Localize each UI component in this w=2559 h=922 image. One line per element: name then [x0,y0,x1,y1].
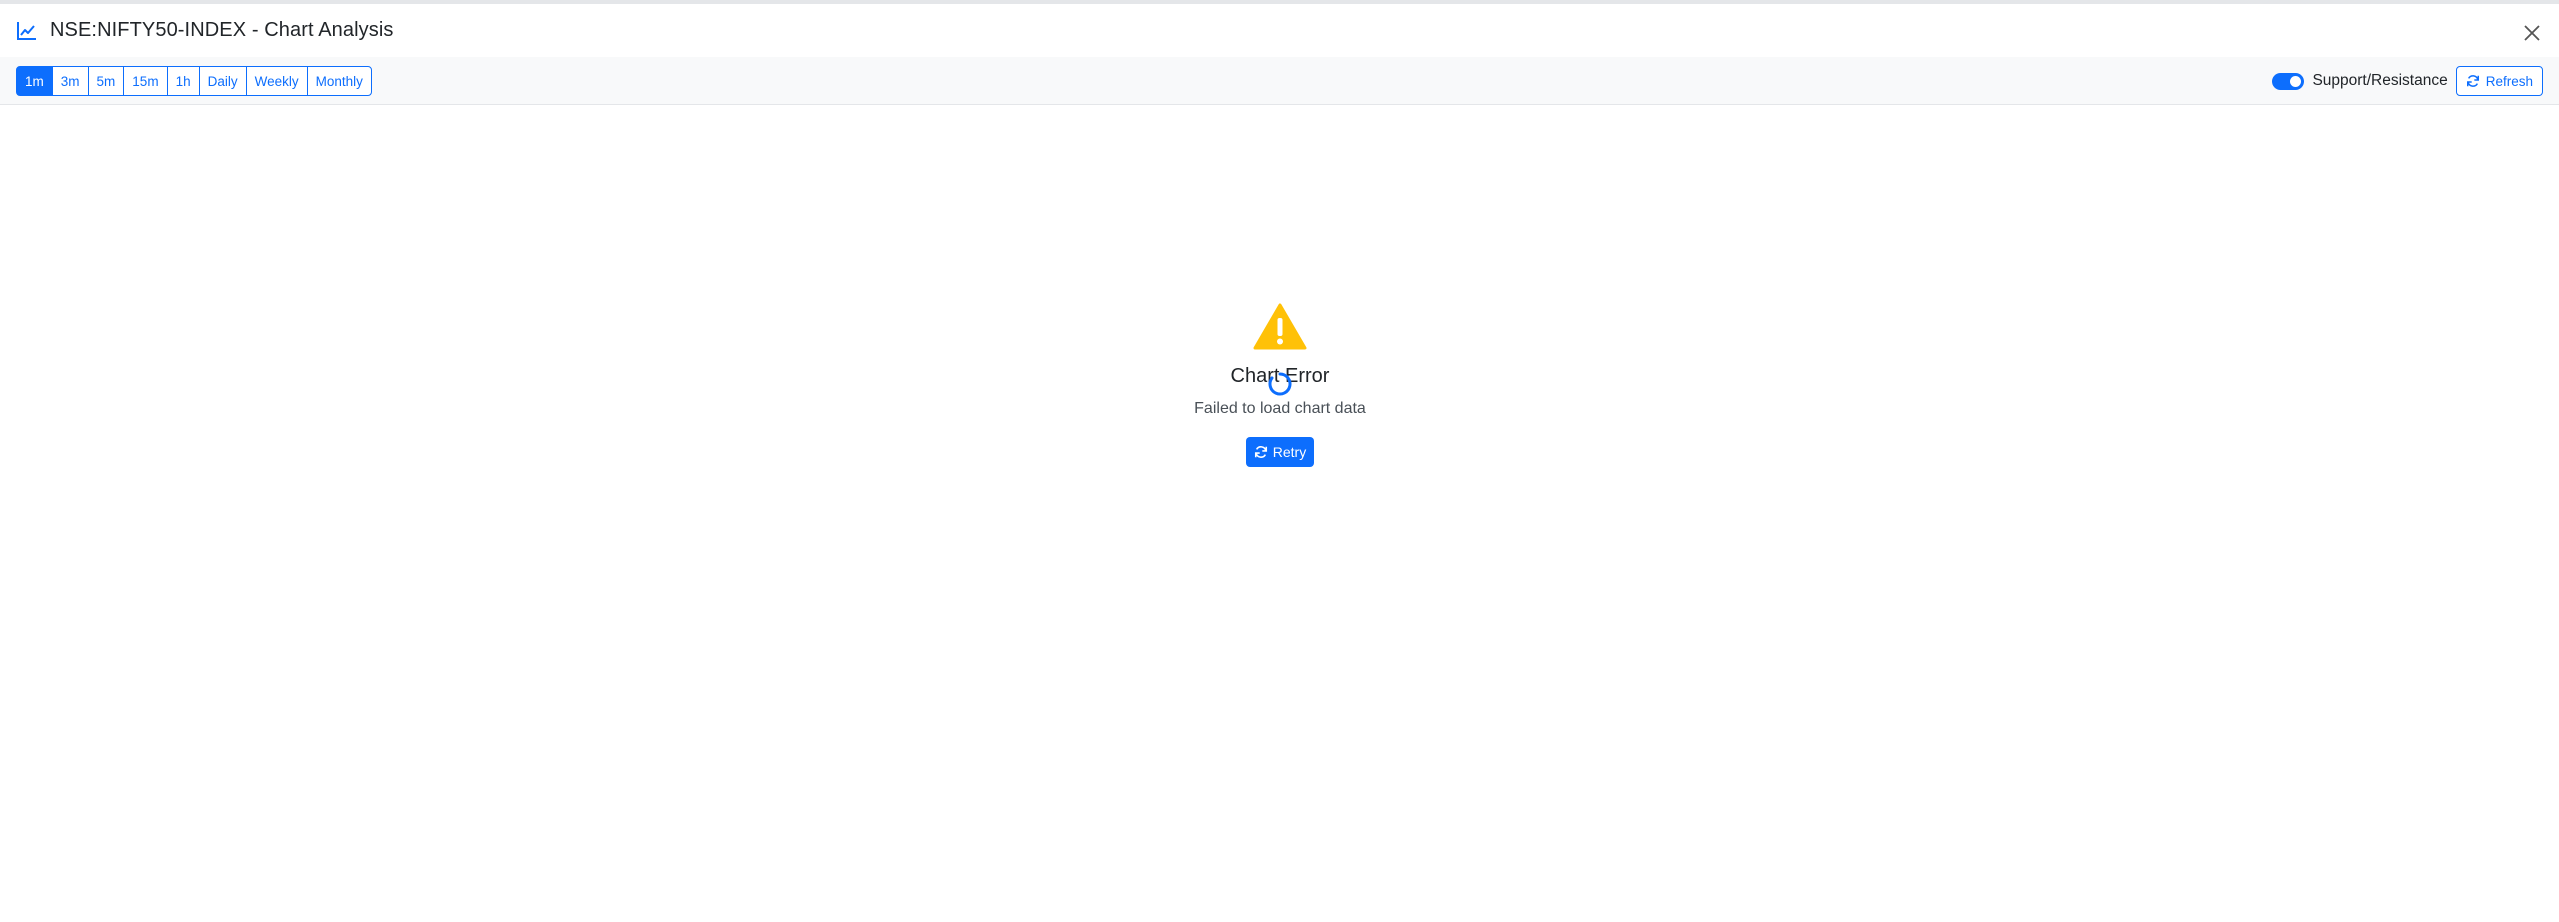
support-resistance-toggle[interactable] [2272,72,2305,90]
timeframe-daily-button[interactable]: Daily [198,66,247,96]
error-message: Failed to load chart data [1194,400,1366,417]
timeframe-1m-button[interactable]: 1m [16,66,53,96]
chart-area [0,105,2559,922]
refresh-label: Refresh [2485,73,2533,89]
timeframe-15m-button[interactable]: 15m [123,66,168,96]
loading-spinner-icon [1268,372,1292,396]
retry-button[interactable]: Retry [1246,437,1314,467]
timeframe-3m-button[interactable]: 3m [51,66,89,96]
retry-label: Retry [1272,444,1307,460]
timeframe-group: 1m 3m 5m 15m 1h Daily Weekly Monthly [16,66,372,96]
line-chart-icon [16,20,38,42]
warning-icon [1253,303,1307,350]
refresh-button[interactable]: Refresh [2455,66,2543,96]
modal-header: NSE:NIFTY50-INDEX - Chart Analysis [0,4,2559,57]
refresh-icon [2466,75,2479,87]
toolbar-right: Support/Resistance Refresh [2272,66,2543,96]
support-resistance-label: Support/Resistance [2312,72,2448,89]
modal-title: NSE:NIFTY50-INDEX - Chart Analysis [50,19,394,41]
toggle-knob [2290,75,2302,87]
toolbar: 1m 3m 5m 15m 1h Daily Weekly Monthly Sup… [0,57,2559,105]
timeframe-weekly-button[interactable]: Weekly [245,66,308,96]
timeframe-5m-button[interactable]: 5m [87,66,125,96]
timeframe-monthly-button[interactable]: Monthly [306,66,372,96]
close-icon[interactable] [2521,22,2543,44]
refresh-icon [1254,446,1267,458]
timeframe-1h-button[interactable]: 1h [166,66,200,96]
